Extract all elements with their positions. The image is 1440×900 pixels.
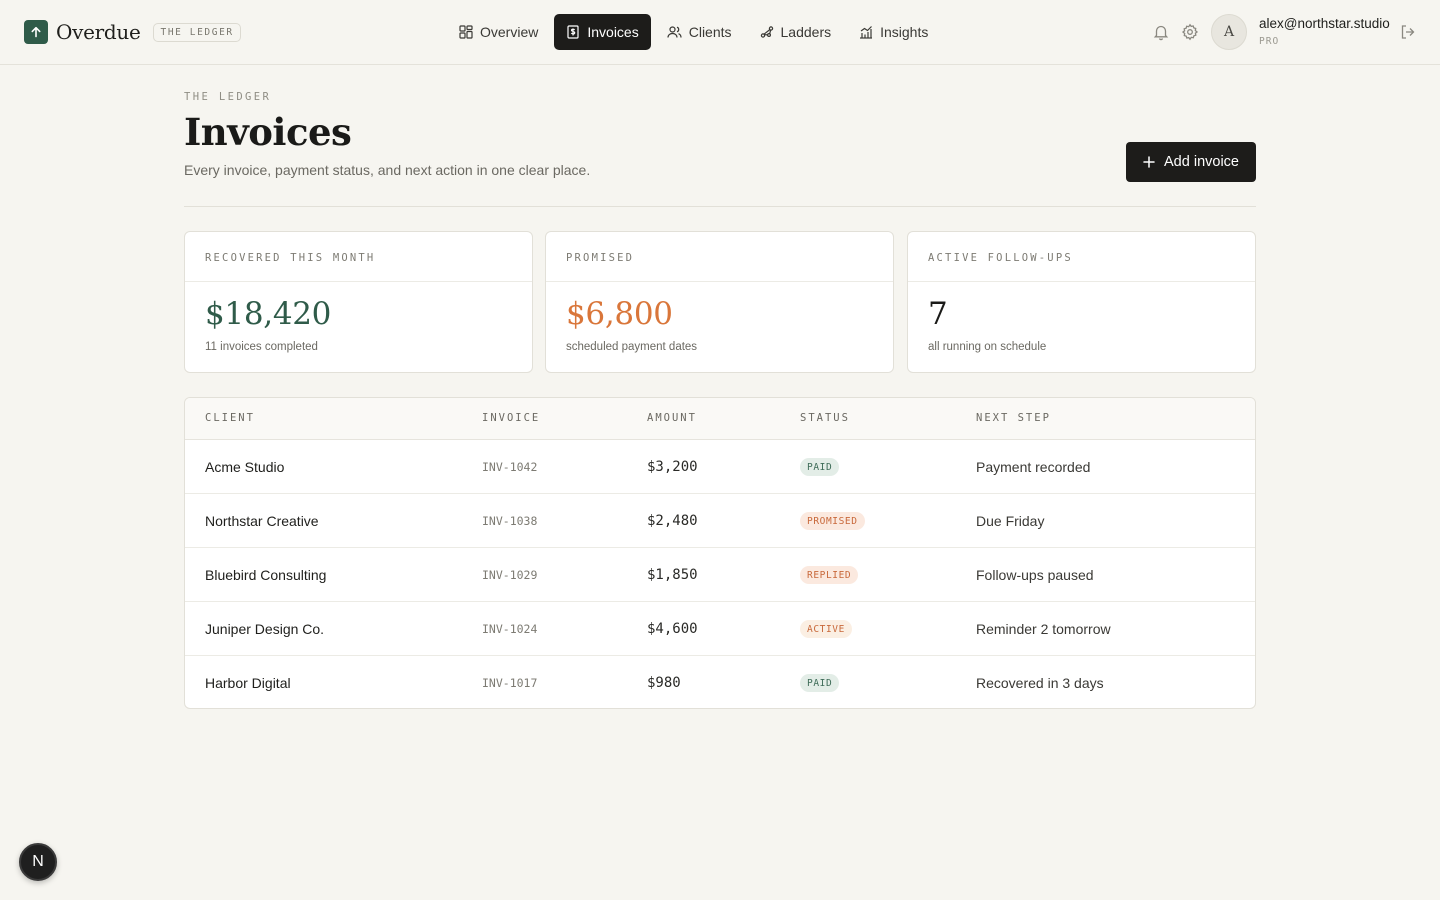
table-row[interactable]: Juniper Design Co. INV-1024 $4,600 ACTIV… bbox=[185, 602, 1255, 656]
status-badge: PAID bbox=[800, 458, 840, 476]
gear-icon[interactable] bbox=[1181, 23, 1199, 41]
stat-label: PROMISED bbox=[546, 232, 893, 282]
page-title: Invoices bbox=[184, 110, 352, 154]
status-cell: PAID bbox=[800, 656, 840, 708]
invoice-number: INV-1029 bbox=[482, 568, 538, 582]
client-name: Harbor Digital bbox=[205, 675, 291, 691]
column-header-amount[interactable]: AMOUNT bbox=[647, 412, 697, 424]
brand-tag: THE LEDGER bbox=[152, 22, 241, 42]
add-invoice-button[interactable]: Add invoice bbox=[1126, 142, 1256, 182]
next-step: Reminder 2 tomorrow bbox=[976, 621, 1111, 637]
column-header-invoice[interactable]: INVOICE bbox=[482, 412, 540, 424]
status-cell: PROMISED bbox=[800, 494, 865, 548]
table-row[interactable]: Northstar Creative INV-1038 $2,480 PROMI… bbox=[185, 494, 1255, 548]
stat-note: 11 invoices completed bbox=[205, 341, 318, 353]
column-header-status[interactable]: STATUS bbox=[800, 412, 850, 424]
page-eyebrow: THE LEDGER bbox=[184, 91, 272, 103]
nav-label: Clients bbox=[688, 24, 732, 40]
plus-icon bbox=[1143, 156, 1155, 168]
stat-value: 7 bbox=[928, 296, 948, 332]
table-row[interactable]: Bluebird Consulting INV-1029 $1,850 REPL… bbox=[185, 548, 1255, 602]
chart-icon bbox=[860, 26, 873, 39]
invoice-number: INV-1017 bbox=[482, 676, 538, 690]
stat-card-followups: ACTIVE FOLLOW-UPS 7 all running on sched… bbox=[907, 231, 1256, 373]
nav-label: Insights bbox=[880, 24, 929, 40]
stat-card-promised: PROMISED $6,800 scheduled payment dates bbox=[545, 231, 894, 373]
next-step: Follow-ups paused bbox=[976, 567, 1094, 583]
nav-ladders[interactable]: Ladders bbox=[748, 14, 844, 50]
users-icon bbox=[667, 26, 682, 38]
nav-label: Overview bbox=[480, 24, 539, 40]
stat-note: scheduled payment dates bbox=[566, 341, 698, 353]
column-header-client[interactable]: CLIENT bbox=[205, 412, 255, 424]
logout-icon[interactable] bbox=[1399, 23, 1417, 41]
status-badge: ACTIVE bbox=[800, 620, 852, 638]
nav-clients[interactable]: Clients bbox=[655, 14, 744, 50]
avatar[interactable]: A bbox=[1211, 14, 1247, 50]
stat-label: ACTIVE FOLLOW-UPS bbox=[908, 232, 1255, 282]
invoice-amount: $3,200 bbox=[647, 459, 698, 475]
nav-label: Ladders bbox=[780, 24, 832, 40]
arrow-up-logo-icon bbox=[24, 20, 48, 44]
next-step: Recovered in 3 days bbox=[976, 675, 1104, 691]
invoice-number: INV-1042 bbox=[482, 460, 538, 474]
table-row[interactable]: Acme Studio INV-1042 $3,200 PAID Payment… bbox=[185, 440, 1255, 494]
status-badge: PAID bbox=[800, 674, 840, 692]
invoice-amount: $1,850 bbox=[647, 567, 698, 583]
stat-note: all running on schedule bbox=[928, 341, 1047, 353]
brand[interactable]: Overdue THE LEDGER bbox=[24, 20, 241, 44]
dev-tools-button[interactable]: N bbox=[19, 843, 57, 881]
client-name: Bluebird Consulting bbox=[205, 567, 327, 583]
top-navigation-bar: Overdue THE LEDGER Overview Invoices Cli… bbox=[0, 0, 1440, 65]
stat-value: $18,420 bbox=[205, 296, 332, 332]
stat-card-recovered: RECOVERED THIS MONTH $18,420 11 invoices… bbox=[184, 231, 533, 373]
status-cell: PAID bbox=[800, 440, 840, 494]
client-name: Acme Studio bbox=[205, 459, 285, 475]
status-cell: REPLIED bbox=[800, 548, 859, 602]
ladder-icon bbox=[760, 26, 773, 38]
main-nav: Overview Invoices Clients Ladders Insigh… bbox=[447, 14, 944, 50]
next-step: Due Friday bbox=[976, 513, 1045, 529]
column-header-next-step[interactable]: NEXT STEP bbox=[976, 412, 1051, 424]
client-name: Juniper Design Co. bbox=[205, 621, 325, 637]
next-step: Payment recorded bbox=[976, 459, 1091, 475]
invoice-number: INV-1038 bbox=[482, 514, 538, 528]
stat-label: RECOVERED THIS MONTH bbox=[185, 232, 532, 282]
invoice-number: INV-1024 bbox=[482, 622, 538, 636]
table-header: CLIENT INVOICE AMOUNT STATUS NEXT STEP bbox=[185, 398, 1255, 440]
brand-name: Overdue bbox=[56, 20, 141, 44]
nav-overview[interactable]: Overview bbox=[447, 14, 550, 50]
invoice-amount: $4,600 bbox=[647, 621, 698, 637]
table-row[interactable]: Harbor Digital INV-1017 $980 PAID Recove… bbox=[185, 656, 1255, 708]
user-email: alex@northstar.studio bbox=[1259, 16, 1390, 31]
invoice-amount: $980 bbox=[647, 675, 681, 691]
invoice-icon bbox=[567, 25, 579, 39]
nav-insights[interactable]: Insights bbox=[847, 14, 940, 50]
page-subtitle: Every invoice, payment status, and next … bbox=[184, 162, 591, 178]
header-divider bbox=[184, 206, 1256, 207]
status-badge: PROMISED bbox=[800, 512, 865, 530]
invoice-amount: $2,480 bbox=[647, 513, 698, 529]
status-cell: ACTIVE bbox=[800, 602, 852, 656]
status-badge: REPLIED bbox=[800, 566, 859, 584]
bell-icon[interactable] bbox=[1152, 23, 1170, 41]
nav-label: Invoices bbox=[587, 24, 639, 40]
add-invoice-label: Add invoice bbox=[1164, 154, 1239, 170]
nav-invoices[interactable]: Invoices bbox=[554, 14, 651, 50]
client-name: Northstar Creative bbox=[205, 513, 319, 529]
grid-icon bbox=[459, 25, 473, 39]
invoices-table: CLIENT INVOICE AMOUNT STATUS NEXT STEP A… bbox=[184, 397, 1256, 709]
stat-value: $6,800 bbox=[566, 296, 673, 332]
user-plan-badge: PRO bbox=[1259, 36, 1280, 47]
